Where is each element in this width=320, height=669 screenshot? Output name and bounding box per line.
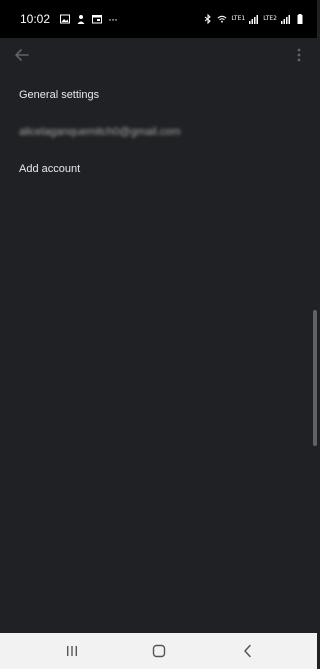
- general-settings-item[interactable]: General settings: [19, 85, 299, 105]
- status-left: 10:02 ···: [20, 12, 118, 26]
- signal-2-icon: [281, 14, 291, 24]
- person-alert-icon: [76, 14, 86, 24]
- more-options-button[interactable]: [292, 46, 306, 64]
- gallery-icon: [60, 14, 71, 24]
- more-vert-icon: [297, 48, 301, 62]
- nav-back-button[interactable]: [239, 643, 257, 659]
- account-email-item[interactable]: alicelaganquemitch0@gmail.com: [19, 122, 299, 142]
- sim1-label: LTE1: [231, 15, 246, 22]
- home-button[interactable]: [150, 643, 168, 659]
- system-nav-bar: [0, 633, 317, 669]
- overflow-dots: ···: [108, 12, 118, 26]
- signal-1-icon: [249, 14, 259, 24]
- home-icon: [152, 644, 166, 658]
- sim2-label: LTE2: [263, 15, 277, 22]
- status-bar: 10:02 ··· LTE1 LTE2: [0, 0, 317, 38]
- status-right: LTE1 LTE2: [203, 14, 305, 24]
- calendar-icon: [92, 14, 103, 24]
- bluetooth-icon: [203, 14, 213, 24]
- back-button[interactable]: [12, 46, 32, 64]
- recents-button[interactable]: [63, 643, 81, 659]
- wifi-icon: [217, 14, 227, 24]
- back-chevron-icon: [244, 644, 251, 658]
- status-time: 10:02: [20, 12, 51, 26]
- add-account-item[interactable]: Add account: [19, 159, 299, 179]
- battery-icon: [295, 14, 305, 24]
- scrollbar[interactable]: [313, 310, 317, 446]
- toolbar: [0, 38, 317, 72]
- recents-icon: [67, 646, 77, 656]
- arrow-left-icon: [15, 49, 29, 61]
